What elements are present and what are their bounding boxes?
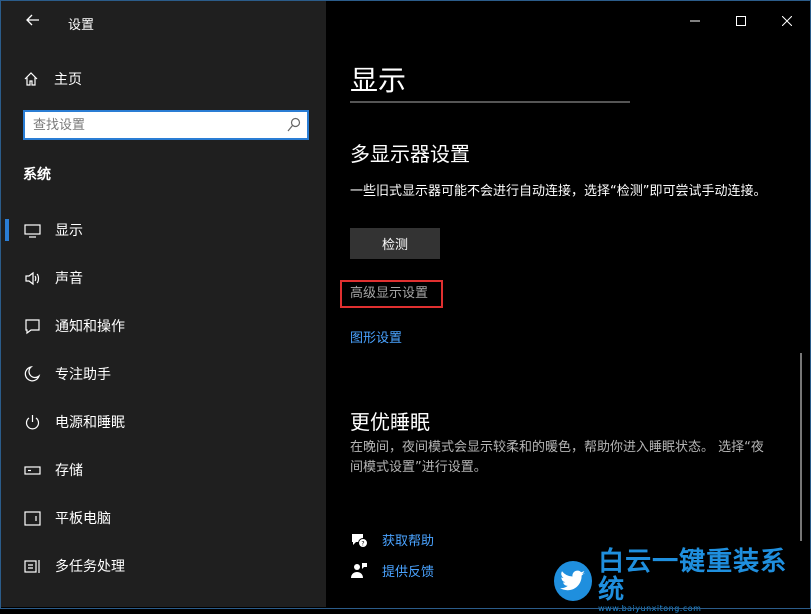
feedback-person-icon bbox=[351, 562, 367, 578]
feedback-link[interactable]: 提供反馈 bbox=[350, 561, 434, 580]
sidebar-item-sound[interactable]: 声音 bbox=[1, 254, 326, 302]
svg-text:?: ? bbox=[361, 540, 364, 547]
get-help-label: 获取帮助 bbox=[382, 534, 435, 549]
scrollbar[interactable] bbox=[800, 353, 802, 541]
sidebar-item-label: 存储 bbox=[55, 463, 83, 479]
sleep-heading: 更优睡眠 bbox=[350, 410, 430, 434]
watermark-url: www.baiyunxitong.com bbox=[598, 604, 702, 613]
detect-button[interactable]: 检测 bbox=[350, 228, 440, 259]
back-button[interactable] bbox=[21, 10, 45, 34]
sidebar-item-label: 电源和睡眠 bbox=[55, 415, 125, 431]
minimize-icon bbox=[690, 20, 700, 22]
close-icon bbox=[782, 16, 792, 26]
notification-icon bbox=[23, 317, 41, 335]
sidebar-home[interactable]: 主页 bbox=[23, 69, 82, 89]
sidebar-item-power-sleep[interactable]: 电源和睡眠 bbox=[1, 398, 326, 446]
sidebar-item-notifications[interactable]: 通知和操作 bbox=[1, 302, 326, 350]
monitor-icon bbox=[23, 221, 41, 239]
sidebar-item-label: 平板电脑 bbox=[55, 511, 111, 527]
search-icon[interactable] bbox=[287, 117, 301, 133]
maximize-icon bbox=[736, 16, 746, 26]
sidebar-item-label: 声音 bbox=[55, 271, 83, 287]
sidebar-item-tablet[interactable]: 平板电脑 bbox=[1, 494, 326, 542]
sidebar-item-label: 通知和操作 bbox=[55, 319, 125, 335]
window-controls bbox=[672, 1, 810, 41]
advanced-display-settings-link[interactable]: 高级显示设置 bbox=[340, 280, 443, 308]
speaker-icon bbox=[23, 269, 41, 287]
settings-window: 设置 主页 系统 显示 声音 通知和操作 专注 bbox=[0, 0, 811, 613]
twitter-bird-logo-icon bbox=[554, 561, 593, 601]
help-chat-icon: ? bbox=[352, 533, 368, 548]
watermark-text: 白云一键重装系统 www.baiyunxitong.com bbox=[598, 548, 804, 614]
sidebar-nav: 显示 声音 通知和操作 专注助手 电源和睡眠 存储 平板电脑 多任务处理 bbox=[1, 206, 326, 590]
multi-display-heading: 多显示器设置 bbox=[350, 142, 470, 166]
feedback-label: 提供反馈 bbox=[382, 565, 435, 580]
sidebar-item-display[interactable]: 显示 bbox=[1, 206, 326, 254]
search-box[interactable] bbox=[23, 110, 309, 140]
title-divider bbox=[350, 101, 630, 103]
page-title: 显示 bbox=[350, 64, 407, 97]
watermark: 白云一键重装系统 www.baiyunxitong.com bbox=[554, 548, 804, 613]
multitasking-icon bbox=[23, 557, 41, 575]
multi-display-description: 一些旧式显示器可能不会进行自动连接，选择“检测”即可尝试手动连接。 bbox=[350, 184, 767, 199]
sidebar: 设置 主页 系统 显示 声音 通知和操作 专注 bbox=[1, 1, 326, 607]
sidebar-item-label: 多任务处理 bbox=[55, 559, 125, 575]
back-arrow-icon bbox=[26, 14, 39, 26]
sidebar-item-focus-assist[interactable]: 专注助手 bbox=[1, 350, 326, 398]
search-input[interactable] bbox=[33, 116, 273, 134]
power-icon bbox=[23, 413, 41, 431]
get-help-link[interactable]: ? 获取帮助 bbox=[350, 530, 434, 549]
sleep-description: 在晚间，夜间模式会显示较柔和的暖色，帮助你进入睡眠状态。 选择“夜间模式设置”进… bbox=[350, 440, 764, 475]
tablet-icon bbox=[23, 509, 41, 527]
sidebar-item-label: 显示 bbox=[55, 223, 83, 239]
home-label: 主页 bbox=[54, 72, 82, 88]
minimize-button[interactable] bbox=[672, 1, 718, 41]
sidebar-item-label: 专注助手 bbox=[55, 367, 111, 383]
maximize-button[interactable] bbox=[718, 1, 764, 41]
graphics-settings-link[interactable]: 图形设置 bbox=[350, 327, 402, 346]
sidebar-item-storage[interactable]: 存储 bbox=[1, 446, 326, 494]
sidebar-item-multitasking[interactable]: 多任务处理 bbox=[1, 542, 326, 590]
main-content: 显示 多显示器设置 一些旧式显示器可能不会进行自动连接，选择“检测”即可尝试手动… bbox=[326, 1, 810, 607]
section-label: 系统 bbox=[23, 167, 51, 183]
moon-icon bbox=[23, 365, 41, 383]
watermark-brand: 白云一键重装系统 bbox=[598, 547, 788, 605]
close-button[interactable] bbox=[764, 1, 810, 41]
app-title: 设置 bbox=[68, 18, 95, 33]
storage-icon bbox=[23, 461, 41, 479]
home-icon bbox=[24, 72, 38, 86]
